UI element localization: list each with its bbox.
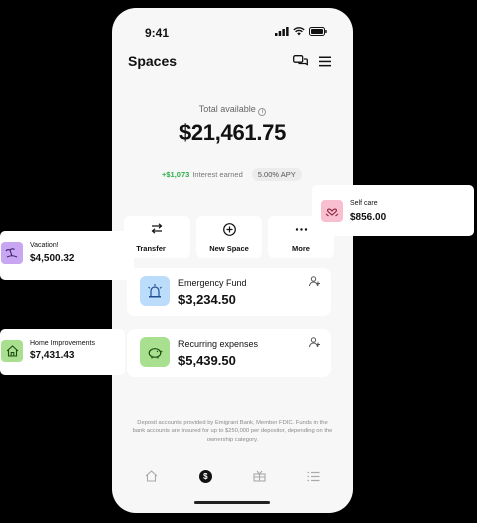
battery-icon [309, 27, 327, 36]
floating-space-vacation[interactable]: Vacation! $4,500.32 [0, 231, 134, 280]
piggy-bank-icon [140, 337, 170, 367]
header-actions [293, 55, 331, 67]
home-indicator [194, 501, 270, 504]
more-label: More [292, 244, 310, 253]
floating-space-home-improvements[interactable]: Home Improvements $7,431.43 [0, 329, 125, 375]
heart-hands-icon [321, 200, 343, 222]
chat-icon[interactable] [293, 55, 308, 67]
tab-home[interactable] [143, 468, 159, 484]
more-dots-icon [295, 228, 307, 231]
floating-space-self-care[interactable]: Self care $856.00 [312, 185, 474, 236]
dollar-coin-icon: $ [198, 469, 212, 483]
tab-rewards[interactable] [252, 468, 268, 484]
signal-icon [275, 27, 289, 36]
tab-activity[interactable] [306, 468, 322, 484]
floating-space-amount: $4,500.32 [30, 253, 75, 264]
floating-space-amount: $856.00 [350, 212, 387, 223]
tab-spaces[interactable]: $ [197, 468, 213, 484]
new-space-button[interactable]: New Space [196, 216, 262, 258]
total-available: Total available i [112, 104, 353, 116]
interest-row: +$1,073 Interest earned 5.00% APY [162, 168, 302, 181]
dollar-symbol: $ [203, 471, 208, 481]
phone-screen: 9:41 Spaces Total available i $21,461.75… [112, 8, 353, 513]
total-amount: $21,461.75 [178, 120, 287, 145]
tab-bar: $ [112, 468, 353, 484]
menu-icon[interactable] [319, 56, 331, 67]
total-label: Total available [198, 104, 256, 114]
gift-icon [253, 470, 266, 482]
space-card-emergency-fund[interactable]: Emergency Fund $3,234.50 [127, 268, 331, 316]
wifi-icon [293, 27, 305, 36]
plus-circle-icon [222, 223, 236, 236]
space-name: Emergency Fund [178, 278, 247, 288]
transfer-arrows-icon [151, 223, 163, 234]
interest-label: Interest earned [192, 170, 243, 179]
list-icon [307, 471, 320, 481]
status-bar: 9:41 [112, 26, 353, 40]
floating-space-name: Self care [350, 200, 378, 207]
siren-icon [140, 276, 170, 306]
floating-space-name: Home Improvements [30, 340, 95, 347]
house-icon [1, 340, 23, 362]
shared-users-icon[interactable] [309, 276, 321, 287]
space-card-recurring-expenses[interactable]: Recurring expenses $5,439.50 [127, 329, 331, 377]
shared-users-icon[interactable] [309, 337, 321, 348]
beach-icon [1, 242, 23, 264]
floating-space-name: Vacation! [30, 242, 59, 249]
space-amount: $3,234.50 [178, 292, 236, 307]
new-space-label: New Space [209, 244, 249, 253]
page-title: Spaces [128, 53, 178, 69]
status-icons [275, 27, 327, 36]
status-time: 9:41 [145, 26, 170, 40]
apy-badge: 5.00% APY [251, 168, 302, 181]
info-icon[interactable]: i [258, 108, 267, 116]
floating-space-amount: $7,431.43 [30, 350, 75, 361]
home-icon [145, 470, 157, 482]
space-name: Recurring expenses [178, 339, 259, 349]
action-buttons: Transfer New Space More [124, 216, 334, 258]
interest-amount: +$1,073 [162, 170, 190, 179]
space-amount: $5,439.50 [178, 353, 236, 368]
disclaimer-text: Deposit accounts provided by Emigrant Ba… [132, 420, 333, 443]
